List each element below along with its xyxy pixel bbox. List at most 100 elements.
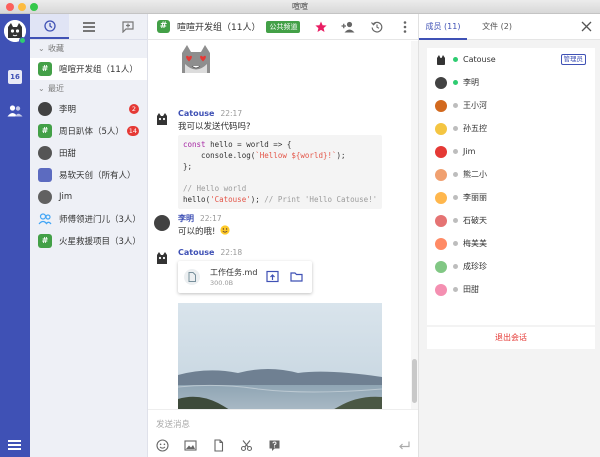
flag-avatar: [435, 145, 447, 158]
message-sender[interactable]: Catouse 22:18: [178, 248, 242, 257]
message-list[interactable]: Catouse 22:17 我可以发送代码吗? const hello = wor…: [148, 41, 410, 409]
member-item[interactable]: 成珍珍: [427, 255, 595, 278]
window-minimize-button[interactable]: [18, 3, 26, 11]
chat-item[interactable]: Jim: [30, 186, 147, 208]
chat-item-dev-group[interactable]: # 喧喧开发组（11人）: [30, 58, 147, 80]
online-status-icon: [453, 57, 458, 62]
message-sender[interactable]: Catouse 22:17: [178, 109, 242, 118]
chevron-down-icon: ⌄: [38, 44, 45, 53]
contacts-icon[interactable]: [7, 104, 23, 118]
unread-badge: 14: [126, 126, 139, 136]
window-maximize-button[interactable]: [30, 3, 38, 11]
file-attachment[interactable]: 工作任务.md 300.0B: [178, 261, 312, 293]
offline-status-icon: [453, 264, 458, 269]
image-attachment[interactable]: [178, 303, 382, 409]
message-text: 可以的哦!: [178, 225, 230, 237]
window-close-button[interactable]: [6, 3, 14, 11]
member-item[interactable]: Jim: [427, 140, 595, 163]
offline-status-icon: [453, 126, 458, 131]
member-item[interactable]: Catouse 管理员: [427, 48, 595, 71]
hashtag-icon: #: [157, 20, 170, 33]
member-item[interactable]: 田甜: [427, 278, 595, 301]
user-avatar: [154, 215, 170, 231]
tab-recent[interactable]: [30, 14, 69, 39]
smile-emoji-icon: [220, 225, 230, 235]
admin-badge: 管理员: [560, 54, 586, 65]
image-icon[interactable]: [184, 439, 197, 452]
scrollbar-thumb[interactable]: [412, 359, 417, 403]
user-avatar: [38, 102, 52, 116]
offline-status-icon: [453, 172, 458, 177]
tiger-avatar: [435, 99, 447, 112]
chat-item[interactable]: 师傅领进门儿（3人）: [30, 208, 147, 230]
people-group-icon: [38, 213, 52, 225]
offline-status-icon: [453, 149, 458, 154]
emoji-icon[interactable]: [156, 439, 169, 452]
chat-title: 喧喧开发组（11人）: [177, 23, 261, 33]
chevron-down-icon: ⌄: [38, 84, 45, 93]
message-sender[interactable]: 李明 22:17: [178, 213, 222, 224]
star-icon: [315, 21, 327, 32]
user-avatar: [38, 190, 52, 204]
sidebar-tabs: [30, 14, 147, 40]
message-composer[interactable]: 发送消息: [148, 409, 418, 457]
nav-rail: 16: [0, 14, 30, 457]
company-chat-icon: [38, 168, 52, 182]
chat-item[interactable]: 李明 2: [30, 98, 147, 120]
chat-list-sidebar: ⌄ 收藏 # 喧喧开发组（11人） ⌄ 最近 李明 2 # 周日趴体（5人） 14 …: [30, 14, 148, 457]
message-text: 我可以发送代码吗?: [178, 122, 251, 132]
help-icon[interactable]: [268, 439, 281, 452]
cat-avatar-icon: [435, 53, 447, 66]
leave-chat-button[interactable]: 退出会话: [427, 327, 595, 349]
offline-status-icon: [453, 287, 458, 292]
chat-item[interactable]: 田甜: [30, 142, 147, 164]
folder-icon[interactable]: [290, 270, 303, 283]
panel-tabs: 成员 (11) 文件 (2): [419, 14, 600, 40]
member-item[interactable]: 李明: [427, 71, 595, 94]
chat-item[interactable]: # 周日趴体（5人） 14: [30, 120, 147, 142]
tab-files[interactable]: 文件 (2): [477, 14, 517, 40]
hashtag-icon: #: [38, 62, 52, 76]
file-icon: [184, 269, 200, 285]
user-avatar: [435, 168, 447, 181]
tab-new-chat[interactable]: [108, 14, 147, 39]
more-button[interactable]: [398, 20, 412, 34]
user-avatar: [435, 260, 447, 273]
group-label-favorites[interactable]: ⌄ 收藏: [30, 40, 147, 58]
close-icon[interactable]: [581, 21, 592, 32]
chat-item[interactable]: 易软天创（所有人）: [30, 164, 147, 186]
user-avatar: [38, 146, 52, 160]
member-item[interactable]: 王小河: [427, 94, 595, 117]
send-enter-icon[interactable]: [398, 439, 410, 452]
landscape-photo-icon: [178, 303, 382, 409]
offline-status-icon: [453, 195, 458, 200]
message-scrollbar[interactable]: [411, 41, 418, 409]
chat-item[interactable]: # 火星救援项目（3人）: [30, 230, 147, 252]
menu-icon[interactable]: [8, 440, 21, 450]
calendar-icon[interactable]: 16: [8, 70, 22, 84]
online-status-icon: [453, 80, 458, 85]
file-size: 300.0B: [210, 279, 234, 287]
file-icon[interactable]: [212, 439, 225, 452]
group-label-recent[interactable]: ⌄ 最近: [30, 80, 147, 98]
member-item[interactable]: 梅美美: [427, 232, 595, 255]
unread-badge: 2: [129, 104, 139, 114]
add-person-icon: [341, 21, 355, 33]
open-file-icon[interactable]: [266, 270, 279, 283]
member-item[interactable]: 熊二小: [427, 163, 595, 186]
scissors-icon[interactable]: [240, 439, 253, 452]
member-item[interactable]: 李丽丽: [427, 186, 595, 209]
tab-members[interactable]: 成员 (11): [419, 14, 467, 40]
title-bar: 喧喧: [0, 0, 600, 14]
history-button[interactable]: [370, 20, 384, 34]
tab-groups[interactable]: [69, 14, 108, 39]
offline-status-icon: [453, 218, 458, 223]
star-button[interactable]: [314, 20, 328, 34]
message-input[interactable]: 发送消息: [156, 418, 190, 430]
member-item[interactable]: 孙五控: [427, 117, 595, 140]
list-icon: [82, 21, 95, 32]
online-status-icon: [19, 37, 26, 44]
member-item[interactable]: 石破天: [427, 209, 595, 232]
add-member-button[interactable]: [341, 20, 355, 34]
user-avatar: [435, 214, 447, 227]
